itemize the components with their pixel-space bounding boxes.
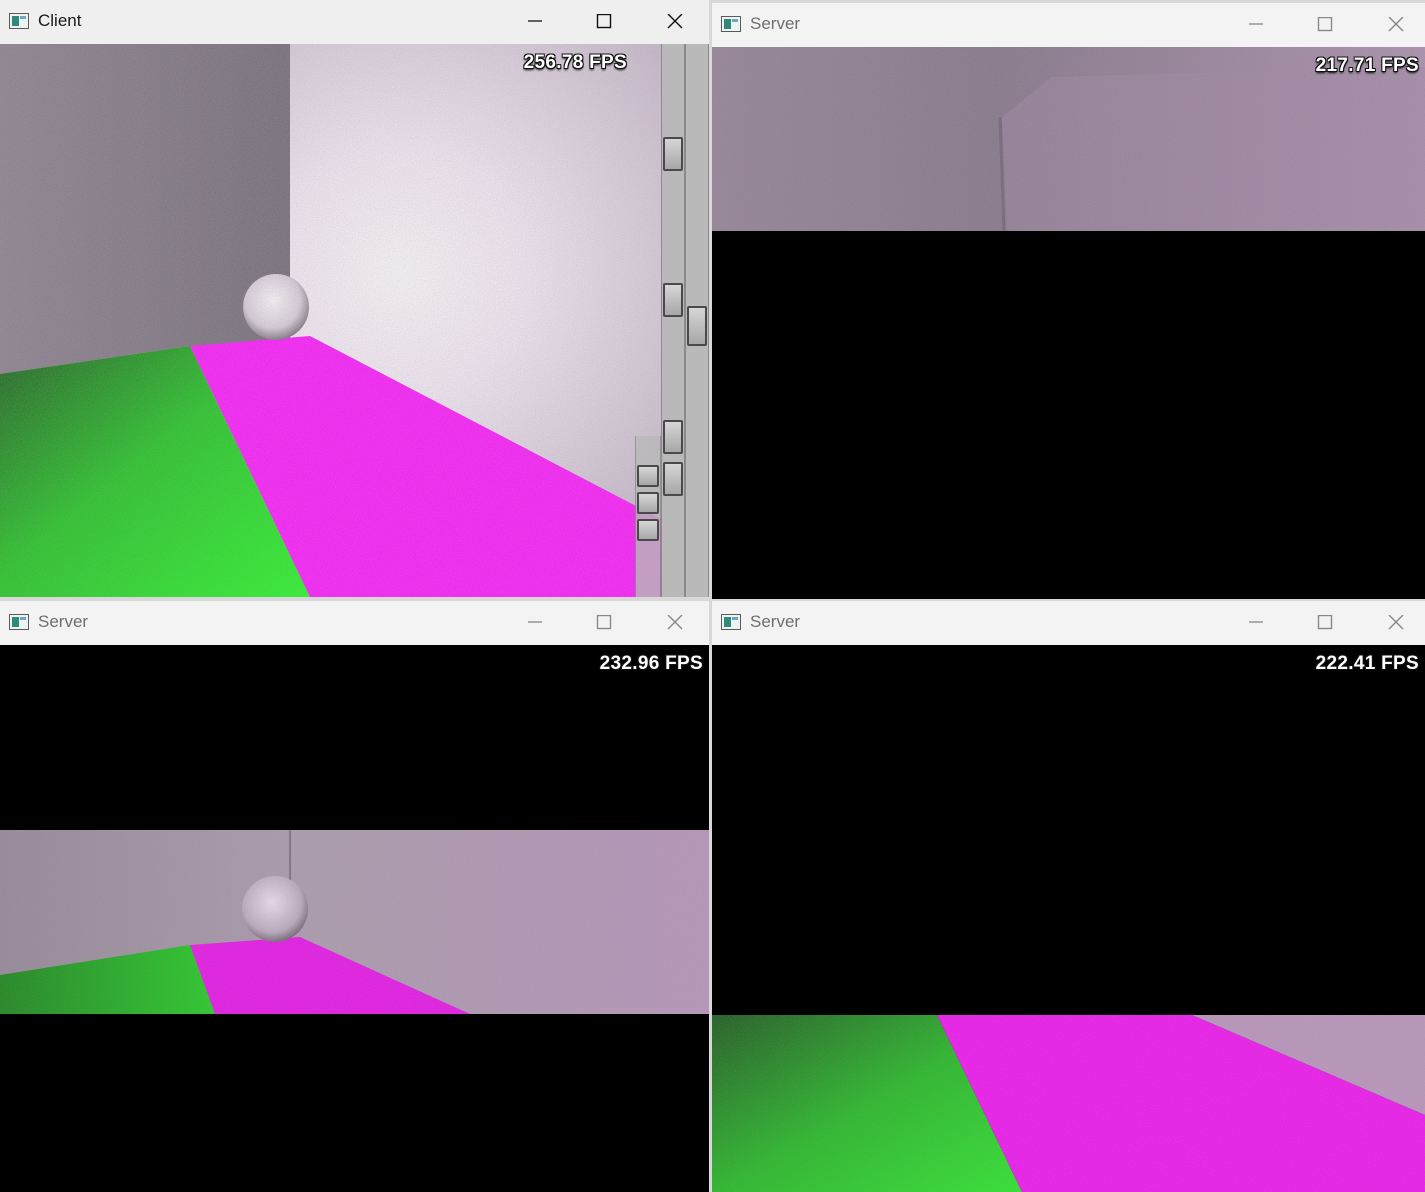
server-window-2: Server 232.96 FPS: [0, 601, 709, 1192]
close-icon: [667, 14, 683, 29]
minimize-icon: [1249, 621, 1263, 623]
fps-counter: 232.96 FPS: [599, 653, 703, 674]
server-window-1: Server 217.71 FPS: [712, 3, 1425, 599]
slider-handle-7[interactable]: [637, 492, 659, 514]
close-button[interactable]: [645, 601, 705, 645]
fps-counter: 217.71 FPS: [1315, 55, 1419, 76]
render-viewport[interactable]: 217.71 FPS: [712, 47, 1425, 599]
minimize-button[interactable]: [1226, 601, 1286, 645]
close-button[interactable]: [1366, 3, 1425, 47]
render-viewport[interactable]: 256.78 FPS: [0, 44, 709, 597]
maximize-button[interactable]: [1295, 601, 1355, 645]
minimize-icon: [528, 621, 542, 623]
slider-handle-1[interactable]: [663, 137, 683, 171]
server-1-titlebar[interactable]: Server: [712, 3, 1425, 47]
close-button[interactable]: [645, 0, 705, 44]
maximize-icon: [596, 615, 612, 630]
minimize-button[interactable]: [505, 0, 565, 44]
rendered-scene: [0, 44, 709, 597]
slider-handle-4[interactable]: [663, 462, 683, 496]
maximize-button[interactable]: [574, 0, 634, 44]
slider-handle-3[interactable]: [663, 420, 683, 454]
window-title: Server: [750, 14, 801, 33]
client-window: Client 256.78 FPS: [0, 0, 709, 597]
slider-handle-8[interactable]: [637, 519, 659, 541]
server-3-titlebar[interactable]: Server: [712, 601, 1425, 645]
rendered-scene: [712, 47, 1425, 599]
app-window-icon: [721, 614, 741, 630]
maximize-button[interactable]: [574, 601, 634, 645]
slider-track-1[interactable]: [661, 44, 685, 597]
slider-handle-6[interactable]: [637, 465, 659, 487]
window-title: Client: [38, 11, 82, 30]
window-title: Server: [38, 612, 89, 631]
close-icon: [667, 615, 683, 630]
minimize-icon: [528, 20, 542, 22]
close-icon: [1388, 17, 1404, 32]
render-viewport[interactable]: 222.41 FPS: [712, 645, 1425, 1192]
minimize-button[interactable]: [505, 601, 565, 645]
window-title: Server: [750, 612, 801, 631]
close-button[interactable]: [1366, 601, 1425, 645]
app-window-icon: [721, 16, 741, 32]
fps-counter: 222.41 FPS: [1315, 653, 1419, 674]
rendered-scene: [0, 645, 709, 1192]
render-viewport[interactable]: 232.96 FPS: [0, 645, 709, 1192]
rendered-scene: [712, 645, 1425, 1192]
server-2-titlebar[interactable]: Server: [0, 601, 709, 645]
minimize-button[interactable]: [1226, 3, 1286, 47]
maximize-button[interactable]: [1295, 3, 1355, 47]
server-window-3: Server 222.41 FPS: [712, 601, 1425, 1192]
maximize-icon: [1317, 17, 1333, 32]
slider-handle-5[interactable]: [687, 306, 707, 346]
fps-counter: 256.78 FPS: [523, 52, 627, 73]
app-window-icon: [9, 614, 29, 630]
maximize-icon: [596, 14, 612, 29]
slider-track-3[interactable]: [635, 436, 661, 597]
slider-handle-2[interactable]: [663, 283, 683, 317]
client-titlebar[interactable]: Client: [0, 0, 709, 44]
app-window-icon: [9, 13, 29, 29]
minimize-icon: [1249, 23, 1263, 25]
maximize-icon: [1317, 615, 1333, 630]
close-icon: [1388, 615, 1404, 630]
